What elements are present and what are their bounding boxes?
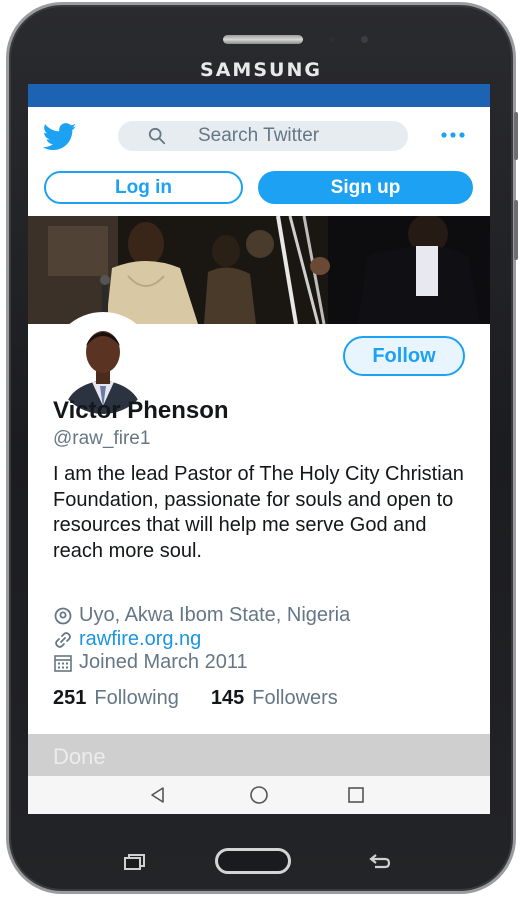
profile-joined: Joined March 2011	[53, 651, 248, 674]
following-number: 251	[53, 687, 87, 709]
earpiece-speaker	[223, 35, 303, 44]
auth-buttons: Log in Sign up	[28, 171, 490, 205]
profile-website[interactable]: rawfire.org.ng	[53, 628, 201, 651]
link-icon	[55, 631, 71, 648]
nav-home-icon[interactable]	[249, 785, 269, 805]
twitter-header: Search Twitter	[28, 107, 490, 165]
banner-photo	[28, 216, 490, 324]
signup-button[interactable]: Sign up	[258, 171, 473, 204]
location-text: Uyo, Akwa Ibom State, Nigeria	[79, 604, 351, 626]
done-button[interactable]: Done	[53, 744, 106, 770]
front-camera	[361, 36, 368, 43]
more-horizontal-icon[interactable]	[440, 127, 466, 143]
profile-handle: @raw_fire1	[53, 428, 151, 449]
location-pin-icon	[54, 607, 72, 624]
following-label: Following	[94, 687, 179, 709]
profile-location: Uyo, Akwa Ibom State, Nigeria	[53, 604, 350, 627]
status-bar	[28, 84, 490, 107]
screen: Search Twitter Log in Sign up Follow Vic…	[28, 84, 490, 814]
profile-name: Victor Phenson	[53, 397, 229, 424]
profile-banner[interactable]	[28, 216, 490, 324]
search-bar[interactable]: Search Twitter	[118, 121, 408, 151]
volume-button[interactable]	[514, 112, 518, 160]
twitter-bird-icon[interactable]	[42, 123, 78, 151]
website-link[interactable]: rawfire.org.ng	[79, 628, 201, 651]
proximity-sensor	[329, 37, 334, 42]
follow-button[interactable]: Follow	[343, 336, 465, 376]
calendar-icon	[54, 654, 72, 672]
search-icon	[148, 127, 166, 145]
done-bar[interactable]: Done	[28, 734, 490, 776]
followers-count[interactable]: 145 Followers	[211, 687, 338, 710]
nav-recents-icon[interactable]	[346, 785, 366, 805]
nav-back-icon[interactable]	[148, 785, 168, 805]
hardware-recents-icon[interactable]	[124, 854, 146, 870]
device-brand: SAMSUNG	[200, 59, 322, 81]
followers-number: 145	[210, 687, 245, 709]
following-count[interactable]: 251 Following	[53, 687, 179, 710]
android-nav-bar	[28, 776, 490, 814]
joined-text: Joined March 2011	[79, 651, 248, 673]
login-button[interactable]: Log in	[44, 171, 243, 204]
follow-counts: 251 Following 145 Followers	[53, 687, 370, 710]
profile-bio: I am the lead Pastor of The Holy City Ch…	[53, 463, 464, 562]
power-button[interactable]	[514, 200, 518, 260]
hardware-back-icon[interactable]	[369, 853, 391, 871]
followers-label: Followers	[252, 687, 338, 709]
search-input[interactable]: Search Twitter	[198, 125, 319, 147]
hardware-home-button[interactable]	[215, 848, 291, 874]
